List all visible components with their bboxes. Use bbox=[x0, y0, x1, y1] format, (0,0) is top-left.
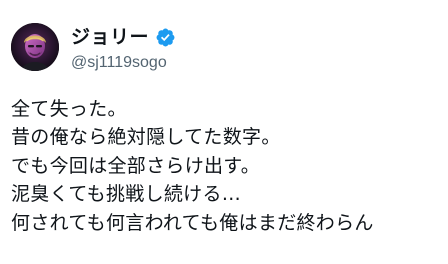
tweet-text-line-4: 泥臭くても挑戦し続ける… bbox=[11, 183, 242, 206]
tweet-text-line-1: 全て失った。 bbox=[11, 98, 127, 120]
tweet-text-line-3: でも今回は全部さらけ出す。 bbox=[11, 154, 261, 177]
verified-badge-icon[interactable] bbox=[155, 27, 176, 48]
author-handle[interactable]: @sj1119sogo bbox=[71, 52, 167, 74]
tweet-text-line-5: 何されても何言われても俺はまだ終わらん bbox=[11, 211, 374, 234]
tweet-text-line-2: 昔の俺なら絶対隠してた数字。 bbox=[11, 126, 281, 149]
author-display-name[interactable]: ジョリー bbox=[71, 24, 149, 50]
avatar-image bbox=[11, 23, 59, 71]
author-name-row: ジョリー bbox=[71, 24, 176, 50]
tweet-text: 全て失った。 昔の俺なら絶対隠してた数字。 でも今回は全部さらけ出す。 泥臭くて… bbox=[11, 95, 441, 237]
tweet-card: ジョリー @sj1119sogo 全て失った。 昔の俺なら絶対隠してた数字。 で… bbox=[0, 0, 448, 264]
avatar[interactable] bbox=[11, 23, 59, 71]
